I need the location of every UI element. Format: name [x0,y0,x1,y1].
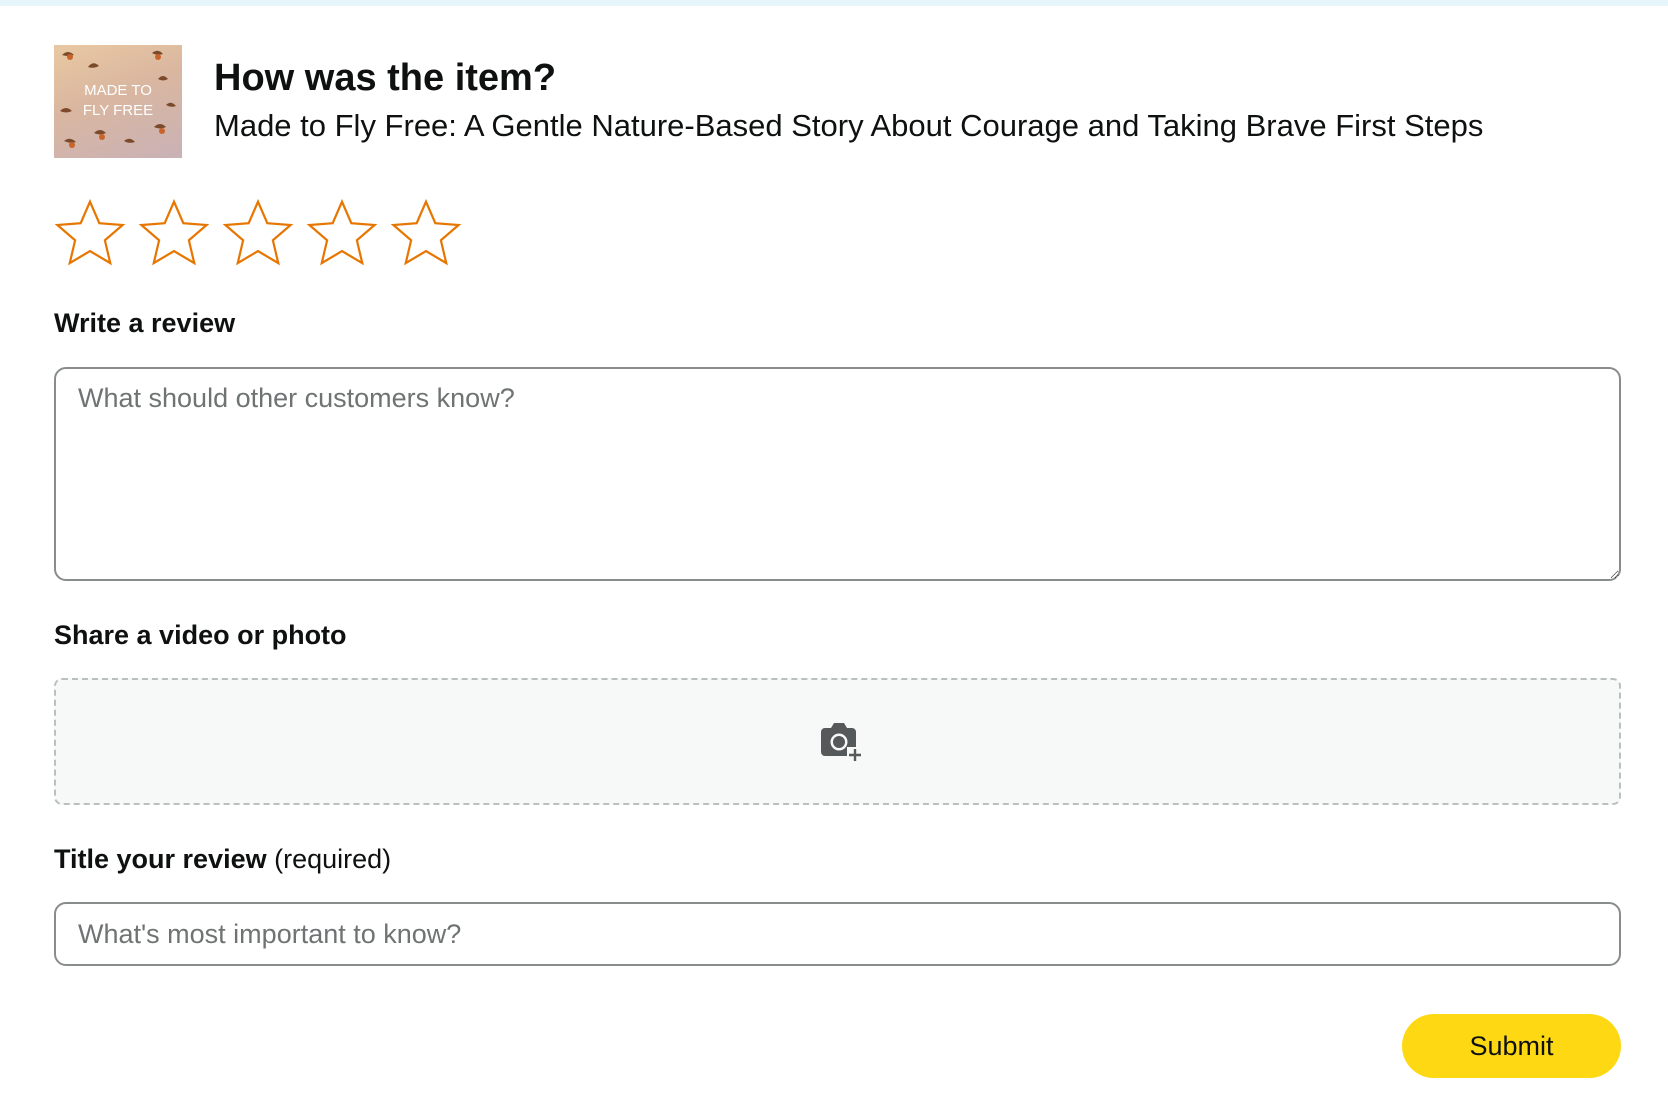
review-textarea[interactable] [54,367,1621,581]
top-border-strip [0,0,1668,6]
star-outline-icon [306,198,378,266]
title-label-text: Title your review [54,844,267,874]
star-3-button[interactable] [220,196,296,272]
review-label: Write a review [54,308,236,338]
star-outline-icon [390,198,462,266]
star-rating [52,196,464,276]
thumbnail-title-line-1: MADE TO [84,82,152,99]
star-5-button[interactable] [388,196,464,272]
product-title: Made to Fly Free: A Gentle Nature-Based … [214,108,1484,143]
star-outline-icon [222,198,294,266]
star-4-button[interactable] [304,196,380,272]
star-1-button[interactable] [52,196,128,272]
camera-add-icon [820,722,863,763]
review-title-input[interactable] [54,902,1621,966]
page-title: How was the item? [214,57,557,99]
required-note: (required) [274,844,392,874]
thumbnail-title-line-2: FLY FREE [83,102,153,119]
product-thumbnail: MADE TO FLY FREE [54,45,182,158]
star-outline-icon [138,198,210,266]
media-label: Share a video or photo [54,620,347,650]
submit-button[interactable]: Submit [1402,1014,1621,1078]
star-2-button[interactable] [136,196,212,272]
star-outline-icon [54,198,126,266]
media-upload-zone[interactable] [54,678,1621,805]
title-label: Title your review (required) [54,841,391,877]
